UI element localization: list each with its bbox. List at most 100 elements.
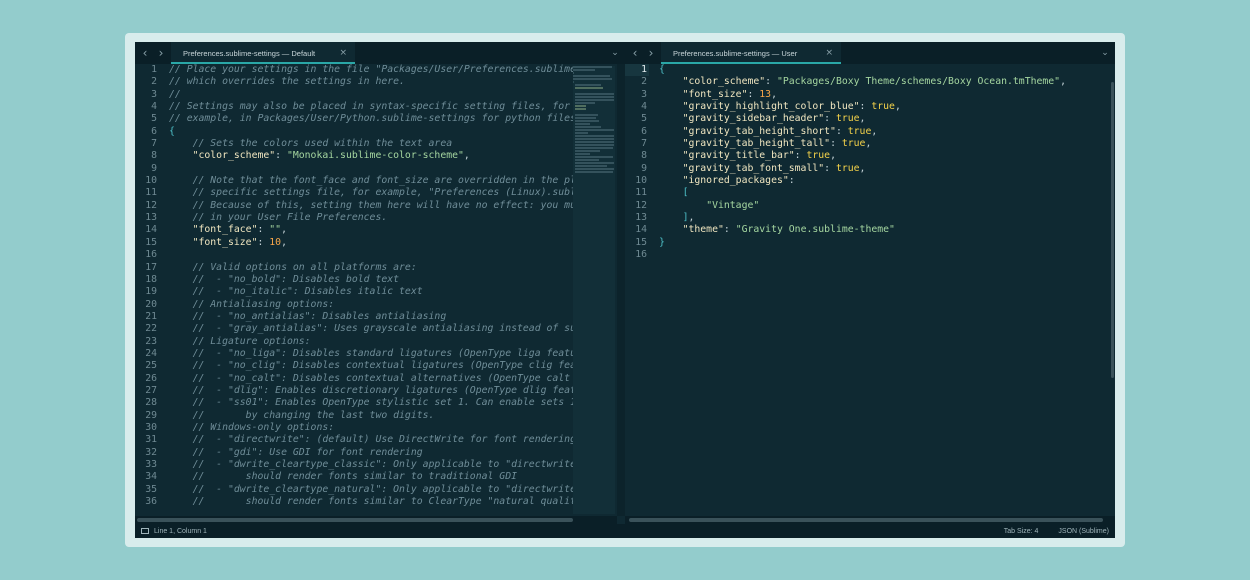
code-line[interactable]: "theme": "Gravity One.sublime-theme" bbox=[659, 224, 1115, 236]
minimap-line bbox=[575, 153, 591, 155]
scrollbar-thumb[interactable] bbox=[629, 518, 1103, 522]
code-line[interactable]: // should render fonts similar to tradit… bbox=[169, 471, 617, 483]
horizontal-scrollbar[interactable] bbox=[625, 516, 1115, 524]
close-icon[interactable]: × bbox=[825, 48, 833, 58]
code-token: "gravity_sidebar_header" bbox=[682, 113, 825, 125]
code-line[interactable]: // Because of this, setting them here wi… bbox=[169, 200, 617, 212]
chevron-left-icon[interactable]: ‹ bbox=[137, 42, 153, 64]
code-line[interactable]: "Vintage" bbox=[659, 200, 1115, 212]
code-line[interactable]: "color_scheme": "Monokai.sublime-color-s… bbox=[169, 150, 617, 162]
code-line[interactable]: // - "no_calt": Disables contextual alte… bbox=[169, 373, 617, 385]
syntax-selector[interactable]: JSON (Sublime) bbox=[1058, 528, 1109, 535]
scrollbar-thumb[interactable] bbox=[137, 518, 573, 522]
code-line[interactable]: // specific settings file, for example, … bbox=[169, 187, 617, 199]
tab-user-settings[interactable]: Preferences.sublime-settings — User × bbox=[661, 42, 841, 64]
code-line[interactable]: "gravity_tab_height_tall": true, bbox=[659, 138, 1115, 150]
code-line[interactable]: { bbox=[659, 64, 1115, 76]
code-line[interactable]: // - "no_liga": Disables standard ligatu… bbox=[169, 348, 617, 360]
chevron-left-icon[interactable]: ‹ bbox=[627, 42, 643, 64]
code-line[interactable] bbox=[169, 163, 617, 175]
code-line[interactable] bbox=[659, 249, 1115, 261]
code-token: "gravity_highlight_color_blue" bbox=[682, 101, 860, 113]
code-line[interactable]: // in your User File Preferences. bbox=[169, 212, 617, 224]
code-area[interactable]: { "color_scheme": "Packages/Boxy Theme/s… bbox=[659, 64, 1115, 516]
tab-default-settings[interactable]: Preferences.sublime-settings — Default × bbox=[171, 42, 355, 64]
line-number: 24 bbox=[145, 347, 157, 359]
code-line[interactable]: // Windows-only options: bbox=[169, 422, 617, 434]
code-line[interactable]: } bbox=[659, 237, 1115, 249]
vertical-scrollbar[interactable] bbox=[1111, 82, 1114, 378]
default-settings-editor[interactable]: 1 2 3 4 5 6 7 8 9 10 11 12 13 14 15 16 17 18 19 20 21 22 23 24 2… bbox=[135, 64, 617, 516]
code-line[interactable]: // - "gray_antialias": Uses grayscale an… bbox=[169, 323, 617, 335]
code-line[interactable]: "gravity_tab_height_short": true, bbox=[659, 126, 1115, 138]
code-token: // Note that the font_face and font_size… bbox=[192, 175, 582, 187]
code-line[interactable]: // bbox=[169, 89, 617, 101]
code-line[interactable]: "font_size": 10, bbox=[169, 237, 617, 249]
code-line[interactable]: "gravity_sidebar_header": true, bbox=[659, 113, 1115, 125]
line-number: 1 bbox=[151, 64, 157, 75]
code-line[interactable]: // Settings may also be placed in syntax… bbox=[169, 101, 617, 113]
code-line[interactable]: // Place your settings in the file "Pack… bbox=[169, 64, 617, 76]
code-line[interactable]: // - "gdi": Use GDI for font rendering bbox=[169, 447, 617, 459]
code-line[interactable]: "font_size": 13, bbox=[659, 89, 1115, 101]
code-line[interactable]: // Valid options on all platforms are: bbox=[169, 262, 617, 274]
code-line[interactable]: // by changing the last two digits. bbox=[169, 410, 617, 422]
line-number: 16 bbox=[145, 249, 157, 261]
code-token: true bbox=[847, 125, 872, 137]
chevron-down-icon[interactable]: ⌄ bbox=[1095, 42, 1115, 64]
code-line[interactable]: "gravity_highlight_color_blue": true, bbox=[659, 101, 1115, 113]
chevron-right-icon[interactable]: › bbox=[643, 42, 659, 64]
code-line[interactable]: // - "directwrite": (default) Use Direct… bbox=[169, 434, 617, 446]
code-token: // Valid options on all platforms are: bbox=[192, 261, 417, 273]
code-line[interactable]: "color_scheme": "Packages/Boxy Theme/sch… bbox=[659, 76, 1115, 88]
code-line[interactable]: "font_face": "", bbox=[169, 224, 617, 236]
close-icon[interactable]: × bbox=[339, 48, 347, 58]
minimap-line bbox=[575, 147, 614, 149]
code-line[interactable]: // - "no_italic": Disables italic text bbox=[169, 286, 617, 298]
line-number: 10 bbox=[635, 175, 647, 187]
minimap[interactable] bbox=[573, 66, 615, 514]
code-line[interactable]: "gravity_tab_font_small": true, bbox=[659, 163, 1115, 175]
code-line[interactable]: // - "no_bold": Disables bold text bbox=[169, 274, 617, 286]
chevron-down-icon[interactable]: ⌄ bbox=[605, 42, 625, 64]
line-number: 20 bbox=[145, 298, 157, 310]
code-line[interactable]: { bbox=[169, 126, 617, 138]
code-line[interactable]: // - "ss01": Enables OpenType stylistic … bbox=[169, 397, 617, 409]
code-token: , bbox=[688, 212, 695, 224]
code-line[interactable] bbox=[169, 249, 617, 261]
code-line[interactable]: [ bbox=[659, 187, 1115, 199]
code-line[interactable]: // - "no_antialias": Disables antialiasi… bbox=[169, 311, 617, 323]
code-token: true bbox=[841, 138, 866, 150]
code-line[interactable]: // - "dwrite_cleartype_classic": Only ap… bbox=[169, 459, 617, 471]
code-line[interactable]: // - "no_clig": Disables contextual liga… bbox=[169, 360, 617, 372]
code-line[interactable]: "gravity_title_bar": true, bbox=[659, 150, 1115, 162]
code-line[interactable]: // - "dwrite_cleartype_natural": Only ap… bbox=[169, 484, 617, 496]
code-line[interactable]: ], bbox=[659, 212, 1115, 224]
code-line[interactable]: // should render fonts similar to ClearT… bbox=[169, 496, 617, 508]
code-line[interactable]: // Ligature options: bbox=[169, 336, 617, 348]
code-line[interactable]: // Sets the colors used within the text … bbox=[169, 138, 617, 150]
panel-icon[interactable] bbox=[141, 528, 149, 534]
code-token: // - "directwrite": (default) Use Direct… bbox=[192, 434, 576, 446]
chevron-right-icon[interactable]: › bbox=[153, 42, 169, 64]
code-line[interactable]: // Antialiasing options: bbox=[169, 299, 617, 311]
code-token: // - "dwrite_cleartype_natural": Only ap… bbox=[192, 483, 582, 495]
code-area[interactable]: // Place your settings in the file "Pack… bbox=[169, 64, 617, 516]
code-line[interactable]: "ignored_packages": bbox=[659, 175, 1115, 187]
code-token: "ignored_packages" bbox=[682, 175, 789, 187]
code-line[interactable]: // - "dlig": Enables discretionary ligat… bbox=[169, 385, 617, 397]
code-line[interactable]: // Note that the font_face and font_size… bbox=[169, 175, 617, 187]
cursor-position[interactable]: Line 1, Column 1 bbox=[154, 528, 207, 535]
line-number: 7 bbox=[151, 138, 157, 150]
tab-size[interactable]: Tab Size: 4 bbox=[1004, 528, 1039, 535]
user-settings-editor[interactable]: 1 2 3 4 5 6 7 8 9 10 11 12 13 14 15 16 { "color_scheme"… bbox=[625, 64, 1115, 516]
code-line[interactable]: // example, in Packages/User/Python.subl… bbox=[169, 113, 617, 125]
horizontal-scrollbar[interactable] bbox=[135, 516, 617, 524]
code-token: { bbox=[659, 64, 665, 75]
pane-divider[interactable] bbox=[617, 64, 625, 516]
code-line[interactable]: // which overrides the settings in here. bbox=[169, 76, 617, 88]
